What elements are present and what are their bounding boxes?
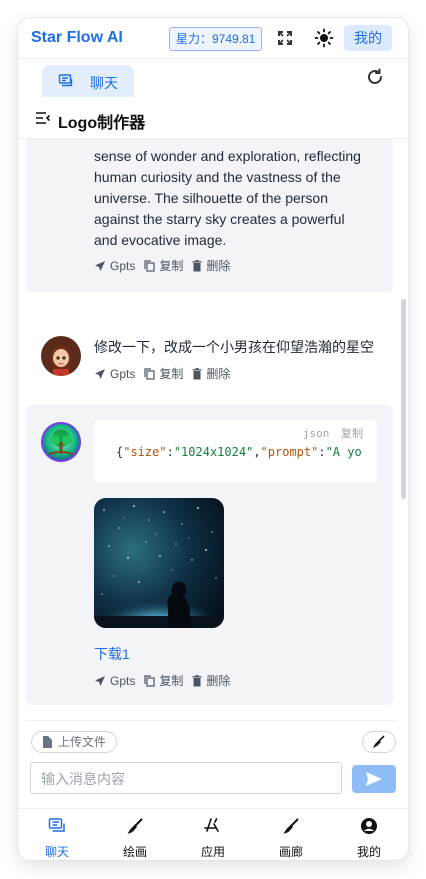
message-text: 修改一下，改成一个小男孩在仰望浩瀚的星空 xyxy=(94,339,374,355)
chat-area[interactable]: sense of wonder and exploration, reflect… xyxy=(18,139,408,719)
message-bot: json 复制 {"size":"1024x1024","prompt":"A … xyxy=(26,405,393,705)
trash-icon xyxy=(192,259,202,271)
sun-icon[interactable] xyxy=(314,28,334,48)
delete-button[interactable]: 删除 xyxy=(192,257,230,274)
message-line: against the starry sky creates a powerfu… xyxy=(94,211,345,227)
message-line: universe. The silhouette of the person xyxy=(94,190,329,206)
message-user: 修改一下，改成一个小男孩在仰望浩瀚的星空 Gpts 复制 删除 xyxy=(26,316,393,384)
gpts-button[interactable]: Gpts xyxy=(94,367,135,381)
mine-button[interactable]: 我的 xyxy=(344,25,392,51)
upload-file-label: 上传文件 xyxy=(58,735,107,749)
message-bot: sense of wonder and exploration, reflect… xyxy=(26,139,393,292)
message-actions: Gpts 复制 删除 xyxy=(94,365,239,382)
copy-icon xyxy=(144,259,155,272)
brush-icon xyxy=(126,817,144,838)
fullscreen-icon[interactable] xyxy=(275,28,295,48)
download-link[interactable]: 下载1 xyxy=(94,644,130,664)
chat-icon xyxy=(48,817,66,838)
divider xyxy=(26,720,396,721)
user-icon xyxy=(360,817,378,838)
code-copy-button[interactable]: 复制 xyxy=(341,427,363,440)
copy-button[interactable]: 复制 xyxy=(144,257,183,274)
code-language: json xyxy=(302,427,330,440)
bottom-nav: 聊天 绘画 应用 画廊 我的 xyxy=(18,808,408,860)
upload-file-button[interactable]: 上传文件 xyxy=(31,731,118,753)
code-key: "prompt" xyxy=(260,445,319,459)
code-block: json 复制 {"size":"1024x1024","prompt":"A … xyxy=(94,420,377,482)
delete-button[interactable]: 删除 xyxy=(192,365,230,382)
trash-icon xyxy=(192,674,202,686)
delete-button[interactable]: 删除 xyxy=(192,672,230,689)
copy-button[interactable]: 复制 xyxy=(144,365,183,382)
gallery-icon xyxy=(282,817,300,838)
nav-chat[interactable]: 聊天 xyxy=(18,809,96,860)
plane-icon xyxy=(95,260,105,271)
file-icon xyxy=(43,736,52,748)
plane-icon xyxy=(95,675,105,686)
generated-image[interactable] xyxy=(94,498,224,628)
nav-gallery[interactable]: 画廊 xyxy=(252,809,330,860)
apps-icon xyxy=(204,817,222,838)
composer: 上传文件 输入消息内容 xyxy=(18,720,408,808)
message-actions: Gpts 复制 删除 xyxy=(94,257,239,274)
trash-icon xyxy=(192,367,202,379)
gpts-button[interactable]: Gpts xyxy=(94,259,135,273)
plane-icon xyxy=(95,368,105,379)
code-meta: json 复制 xyxy=(303,425,363,441)
power-badge: 星力：9749.81 xyxy=(169,27,263,51)
copy-button[interactable]: 复制 xyxy=(144,672,183,689)
broom-icon xyxy=(373,735,385,748)
chat-bubble-icon xyxy=(58,73,74,92)
nav-label: 绘画 xyxy=(122,845,147,859)
user-avatar xyxy=(41,336,81,376)
chat-toolbar: 聊天 Logo制作器 xyxy=(18,59,408,139)
menu-collapse-icon[interactable] xyxy=(35,111,51,130)
app-window: Star Flow AI 星力：9749.81 我的 聊天 Logo制作器 se… xyxy=(18,18,408,860)
code-content: {"size":"1024x1024","prompt":"A yo xyxy=(116,445,362,459)
chat-scrollbar[interactable] xyxy=(401,299,406,499)
nav-mine[interactable]: 我的 xyxy=(330,809,408,860)
header: Star Flow AI 星力：9749.81 我的 xyxy=(18,18,408,59)
gpts-button[interactable]: Gpts xyxy=(94,674,135,688)
send-button[interactable] xyxy=(352,765,396,793)
message-line: and evocative image. xyxy=(94,232,227,248)
brand-title[interactable]: Star Flow AI xyxy=(31,29,123,47)
page-title: Logo制作器 xyxy=(58,115,146,132)
copy-icon xyxy=(144,674,155,687)
nav-label: 应用 xyxy=(200,845,225,859)
tab-chat-label: 聊天 xyxy=(90,75,118,91)
clear-context-button[interactable] xyxy=(362,731,396,753)
code-value: "1024x1024" xyxy=(173,445,254,459)
nav-apps[interactable]: 应用 xyxy=(174,809,252,860)
refresh-icon[interactable] xyxy=(366,68,384,91)
nav-label: 我的 xyxy=(356,845,381,859)
send-icon xyxy=(366,772,382,786)
nav-label: 聊天 xyxy=(44,845,69,859)
message-actions: Gpts 复制 删除 xyxy=(94,672,239,689)
message-line: human curiosity and the vastness of the xyxy=(94,169,341,185)
copy-icon xyxy=(144,367,155,380)
message-input[interactable]: 输入消息内容 xyxy=(30,762,342,794)
message-line: sense of wonder and exploration, reflect… xyxy=(94,148,361,164)
bot-avatar xyxy=(41,422,81,462)
message-text: sense of wonder and exploration, reflect… xyxy=(94,146,384,251)
nav-label: 画廊 xyxy=(278,845,303,859)
code-value: "A yo xyxy=(325,445,362,459)
code-key: "size" xyxy=(123,445,167,459)
nav-draw[interactable]: 绘画 xyxy=(96,809,174,860)
tab-chat[interactable]: 聊天 xyxy=(42,65,134,97)
